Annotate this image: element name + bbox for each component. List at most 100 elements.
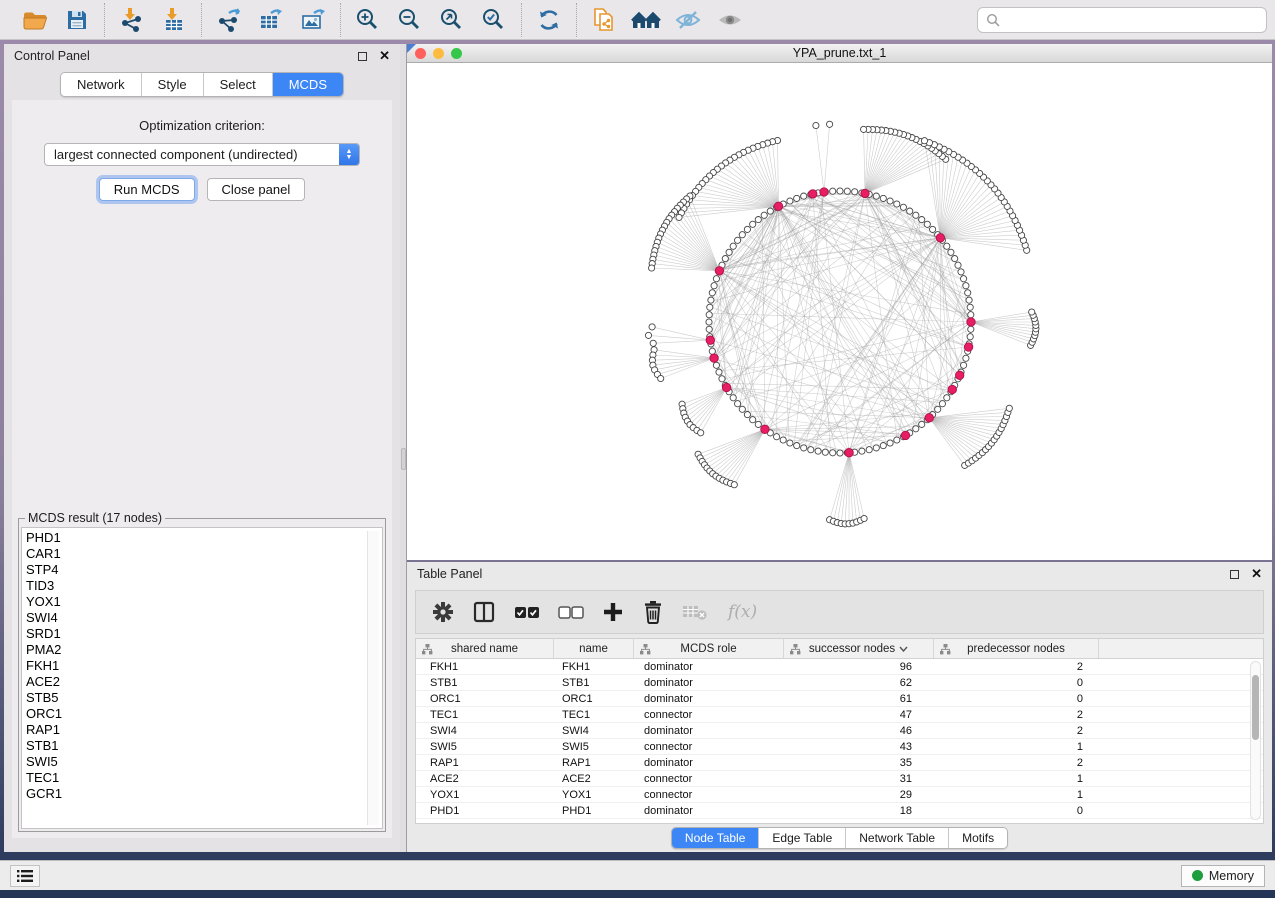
mcds-result-item[interactable]: STP4 [26, 562, 382, 578]
mcds-result-item[interactable]: RAP1 [26, 722, 382, 738]
cell-predecessor-nodes[interactable]: 2 [934, 723, 1099, 738]
network-node[interactable] [859, 448, 865, 454]
network-node[interactable] [930, 226, 936, 232]
network-node[interactable] [650, 340, 656, 346]
network-node[interactable] [794, 195, 800, 201]
network-node[interactable] [861, 126, 867, 132]
search-input[interactable] [1006, 13, 1258, 27]
table-row[interactable]: FKH1FKH1dominator962 [416, 659, 1263, 675]
network-node[interactable] [952, 256, 958, 262]
network-node[interactable] [822, 449, 828, 455]
import-table-icon[interactable] [157, 4, 191, 36]
network-hub-node[interactable] [761, 425, 769, 433]
cell-mcds-role[interactable]: dominator [634, 691, 784, 706]
network-node[interactable] [801, 445, 807, 451]
mcds-result-item[interactable]: FKH1 [26, 658, 382, 674]
network-node[interactable] [873, 193, 879, 199]
cell-name[interactable]: YOX1 [554, 787, 634, 802]
tab-select[interactable]: Select [203, 73, 272, 96]
tab-style[interactable]: Style [141, 73, 203, 96]
cell-mcds-role[interactable]: connector [634, 771, 784, 786]
network-node[interactable] [787, 198, 793, 204]
cell-shared-name[interactable]: FKH1 [416, 659, 554, 674]
cell-shared-name[interactable]: YOX1 [416, 787, 554, 802]
select-all-icon[interactable] [514, 604, 540, 620]
network-node[interactable] [713, 276, 719, 282]
network-hub-node[interactable] [820, 188, 828, 196]
network-node[interactable] [707, 304, 713, 310]
cell-mcds-role[interactable]: dominator [634, 723, 784, 738]
table-row[interactable]: SWI4SWI4dominator462 [416, 723, 1263, 739]
network-hub-node[interactable] [809, 190, 817, 198]
network-node[interactable] [861, 515, 867, 521]
network-node[interactable] [658, 375, 664, 381]
network-node[interactable] [880, 443, 886, 449]
cell-predecessor-nodes[interactable]: 2 [934, 755, 1099, 770]
float-panel-icon[interactable] [358, 52, 367, 61]
cell-mcds-role[interactable]: dominator [634, 659, 784, 674]
network-node[interactable] [750, 417, 756, 423]
cell-predecessor-nodes[interactable]: 0 [934, 803, 1099, 818]
network-node[interactable] [780, 437, 786, 443]
cell-successor-nodes[interactable]: 61 [784, 691, 934, 706]
network-node[interactable] [676, 214, 682, 220]
show-columns-icon[interactable] [472, 600, 496, 624]
cell-mcds-role[interactable]: dominator [634, 803, 784, 818]
network-node[interactable] [774, 434, 780, 440]
cell-name[interactable]: STB1 [554, 675, 634, 690]
table-row[interactable]: YOX1YOX1connector291 [416, 787, 1263, 803]
network-hub-node[interactable] [967, 318, 975, 326]
network-node[interactable] [787, 440, 793, 446]
network-node[interactable] [921, 138, 927, 144]
network-node[interactable] [873, 445, 879, 451]
network-node[interactable] [844, 188, 850, 194]
network-node[interactable] [965, 290, 971, 296]
column-header-predecessor-nodes[interactable]: predecessor nodes [934, 639, 1099, 658]
cell-successor-nodes[interactable]: 47 [784, 707, 934, 722]
cell-shared-name[interactable]: ACE2 [416, 771, 554, 786]
delete-table-icon[interactable] [682, 602, 710, 622]
network-node[interactable] [827, 121, 833, 127]
cell-mcds-role[interactable]: connector [634, 739, 784, 754]
close-panel-button[interactable]: Close panel [207, 178, 306, 201]
mcds-result-item[interactable]: TEC1 [26, 770, 382, 786]
network-hub-node[interactable] [964, 343, 972, 351]
mcds-result-item[interactable]: STB5 [26, 690, 382, 706]
cell-shared-name[interactable]: PHD1 [416, 803, 554, 818]
panel-splitter[interactable] [400, 44, 407, 852]
network-node[interactable] [830, 188, 836, 194]
network-hub-node[interactable] [948, 385, 956, 393]
network-hub-node[interactable] [845, 449, 853, 457]
network-node[interactable] [706, 312, 712, 318]
export-image-icon[interactable] [296, 4, 330, 36]
cell-successor-nodes[interactable]: 62 [784, 675, 934, 690]
float-table-panel-icon[interactable] [1230, 570, 1239, 579]
table-scrollbar-thumb[interactable] [1252, 675, 1259, 741]
network-node[interactable] [698, 430, 704, 436]
mcds-result-item[interactable]: ACE2 [26, 674, 382, 690]
network-node[interactable] [649, 324, 655, 330]
export-network-icon[interactable] [212, 4, 246, 36]
column-header-shared-name[interactable]: shared name [416, 639, 554, 658]
cell-successor-nodes[interactable]: 96 [784, 659, 934, 674]
network-hub-node[interactable] [901, 431, 909, 439]
network-node[interactable] [709, 348, 715, 354]
network-node[interactable] [963, 355, 969, 361]
cell-name[interactable]: FKH1 [554, 659, 634, 674]
import-network-icon[interactable] [115, 4, 149, 36]
network-node[interactable] [730, 395, 736, 401]
cell-shared-name[interactable]: SWI5 [416, 739, 554, 754]
network-node[interactable] [794, 443, 800, 449]
network-node[interactable] [755, 217, 761, 223]
cell-mcds-role[interactable]: dominator [634, 675, 784, 690]
network-node[interactable] [907, 208, 913, 214]
cell-name[interactable]: ACE2 [554, 771, 634, 786]
table-row[interactable]: SWI5SWI5connector431 [416, 739, 1263, 755]
cell-predecessor-nodes[interactable]: 1 [934, 787, 1099, 802]
hide-selected-icon[interactable] [671, 4, 705, 36]
cell-predecessor-nodes[interactable]: 0 [934, 675, 1099, 690]
mcds-result-item[interactable]: GCR1 [26, 786, 382, 802]
close-table-panel-icon[interactable]: ✕ [1251, 566, 1262, 582]
mcds-result-item[interactable]: CAR1 [26, 546, 382, 562]
network-node[interactable] [913, 212, 919, 218]
